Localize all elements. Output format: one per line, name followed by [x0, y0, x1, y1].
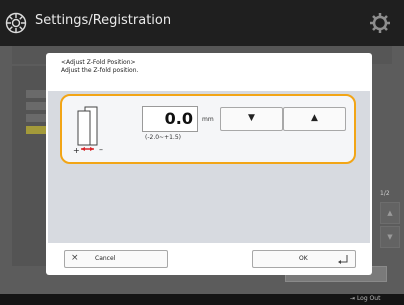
- status-bar: ⇥ Log Out: [0, 294, 404, 305]
- adjust-dialog: <Adjust Z-Fold Position> Adjust the Z-fo…: [46, 53, 372, 275]
- ok-label: OK: [299, 255, 308, 262]
- value-display[interactable]: 0.0: [142, 106, 198, 132]
- logout-label: Log Out: [356, 295, 381, 302]
- arrow-down-icon: ▼: [248, 113, 255, 123]
- page-indicator: 1/2: [380, 190, 390, 197]
- close-icon: ×: [71, 253, 79, 263]
- adjustment-panel: + – 0.0 mm (-2.0~+1.5) ▼ ▲: [60, 94, 356, 164]
- dialog-title: <Adjust Z-Fold Position>: [61, 59, 136, 66]
- logout-button[interactable]: ⇥ Log Out: [350, 295, 380, 302]
- scroll-down-button[interactable]: ▼: [380, 226, 400, 248]
- scroll-up-button[interactable]: ▲: [380, 202, 400, 224]
- arrow-up-icon: ▲: [311, 113, 318, 123]
- settings-registration-icon: [5, 12, 27, 34]
- title-bar: Settings/Registration: [0, 0, 404, 46]
- value-text: 0.0: [164, 109, 193, 128]
- logout-icon: ⇥: [350, 295, 357, 302]
- dialog-subtitle: Adjust the Z-fold position.: [61, 67, 139, 74]
- range-label: (-2.0~+1.5): [145, 134, 181, 141]
- cancel-label: Cancel: [95, 255, 116, 262]
- chevron-up-icon: ▲: [387, 209, 393, 217]
- ok-button[interactable]: OK: [252, 250, 356, 268]
- confirm-icon: [338, 255, 348, 264]
- minus-label: –: [99, 145, 103, 154]
- cancel-button[interactable]: × Cancel: [64, 250, 168, 268]
- chevron-down-icon: ▼: [387, 233, 393, 241]
- window-title: Settings/Registration: [35, 13, 172, 28]
- increase-button[interactable]: ▲: [283, 107, 346, 131]
- decrease-button[interactable]: ▼: [220, 107, 283, 131]
- z-fold-diagram-icon: + –: [73, 106, 103, 155]
- gear-icon[interactable]: [369, 12, 391, 34]
- unit-label: mm: [202, 116, 214, 123]
- plus-label: +: [73, 146, 80, 155]
